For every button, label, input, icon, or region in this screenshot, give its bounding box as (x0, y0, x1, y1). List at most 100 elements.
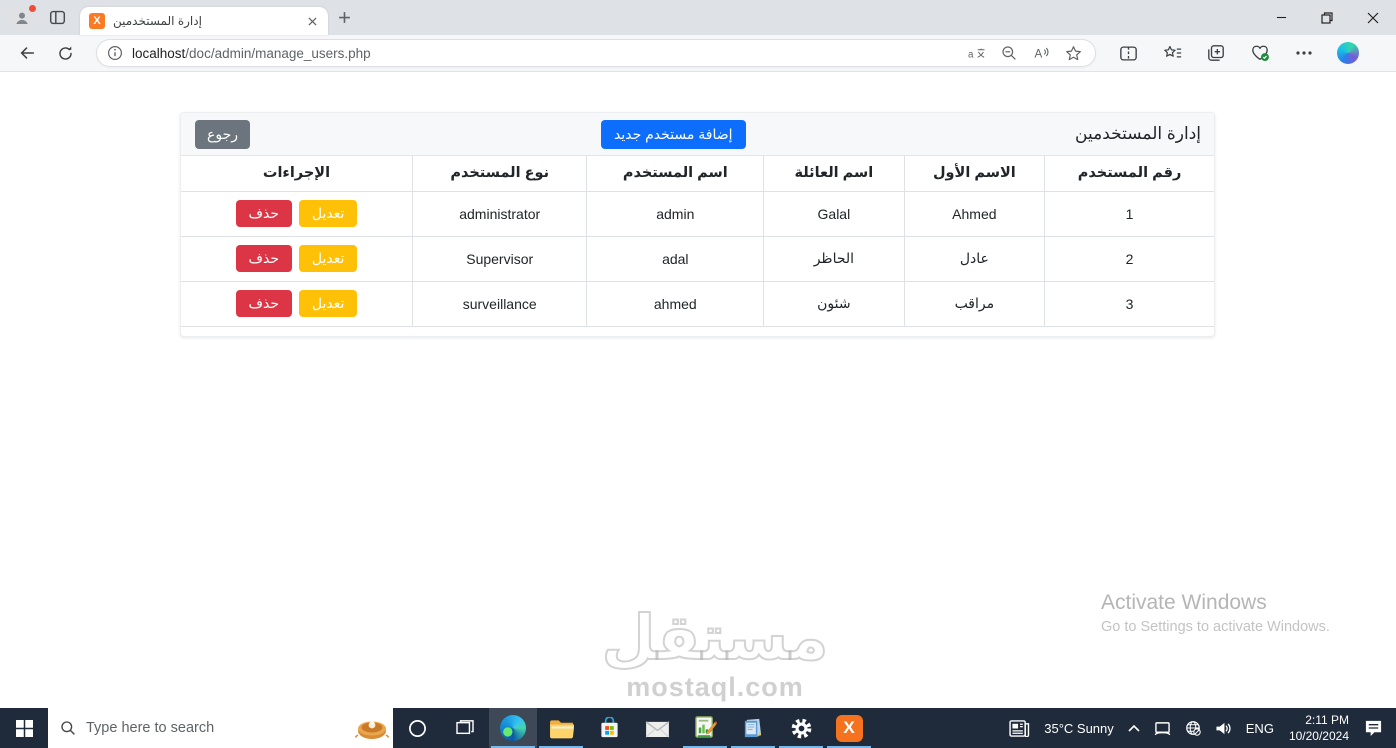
browser-toolbar: localhost/doc/admin/manage_users.php a A (0, 35, 1396, 72)
restore-button[interactable] (1304, 0, 1350, 35)
split-screen-icon[interactable] (1115, 40, 1141, 66)
header-family-name: اسم العائلة (763, 156, 905, 192)
header-user-id: رقم المستخدم (1044, 156, 1214, 192)
cell-family-name: Galal (763, 191, 905, 237)
search-icon (61, 721, 75, 735)
toolbar-actions (1106, 40, 1370, 66)
zoom-out-icon[interactable] (996, 40, 1022, 66)
action-center-icon[interactable] (1357, 708, 1390, 748)
cell-user-type: administrator (411, 191, 588, 237)
news-widget-icon[interactable] (1002, 708, 1037, 748)
cell-username: adal (586, 236, 765, 282)
taskbar-file-explorer-icon[interactable] (537, 708, 585, 748)
card-header: إدارة المستخدمين إضافة مستخدم جديد رجوع (181, 113, 1214, 156)
url-text[interactable]: localhost/doc/admin/manage_users.php (132, 46, 961, 61)
svg-text:A: A (1034, 49, 1042, 61)
read-aloud-icon[interactable]: A (1028, 40, 1054, 66)
favorite-star-icon[interactable] (1060, 40, 1086, 66)
task-view-button[interactable] (441, 708, 489, 748)
table-header-row: رقم المستخدم الاسم الأول اسم العائلة اسم… (181, 156, 1214, 192)
windows-taskbar: X 35°C Sunny ENG 2:11 PM 10/20/2024 (0, 708, 1396, 748)
cell-actions: تعديل حذف (181, 191, 413, 237)
url-host: localhost (132, 45, 186, 61)
delete-button[interactable]: حذف (235, 200, 293, 227)
new-tab-button[interactable] (338, 11, 351, 24)
cell-username: admin (586, 191, 765, 237)
cell-user-id: 3 (1044, 281, 1214, 327)
delete-button[interactable]: حذف (235, 290, 293, 317)
taskbar-settings-icon[interactable] (777, 708, 825, 748)
copilot-icon[interactable] (1335, 40, 1361, 66)
search-highlight-pie-image[interactable] (355, 715, 389, 741)
users-table: رقم المستخدم الاسم الأول اسم العائلة اسم… (181, 156, 1214, 336)
cell-username: ahmed (586, 281, 765, 327)
header-username: اسم المستخدم (586, 156, 765, 192)
back-button[interactable]: رجوع (195, 120, 251, 149)
cell-actions: تعديل حذف (181, 281, 413, 327)
cell-user-type: Supervisor (411, 236, 588, 282)
mostaql-watermark: مستقل mostaql.com (565, 607, 865, 703)
browser-profile-button[interactable] (9, 3, 37, 31)
cortana-button[interactable] (393, 708, 441, 748)
favorites-icon[interactable] (1159, 40, 1185, 66)
collections-icon[interactable] (1203, 40, 1229, 66)
url-path: /doc/admin/manage_users.php (185, 45, 371, 61)
close-button[interactable] (1350, 0, 1396, 35)
page-info-icon[interactable] (107, 45, 123, 61)
network-globe-icon[interactable] (1178, 708, 1208, 748)
address-bar[interactable]: localhost/doc/admin/manage_users.php a A (96, 39, 1096, 67)
edit-button[interactable]: تعديل (298, 200, 358, 227)
profile-avatar-icon (16, 12, 28, 24)
cast-display-icon[interactable] (1147, 708, 1178, 748)
table-row: 2 عادل الحاظر adal Supervisor تعديل حذف (181, 236, 1214, 282)
users-card: إدارة المستخدمين إضافة مستخدم جديد رجوع … (180, 112, 1215, 337)
activate-windows-subtitle: Go to Settings to activate Windows. (1101, 619, 1330, 635)
language-indicator[interactable]: ENG (1239, 708, 1281, 748)
activate-windows-watermark: Activate Windows Go to Settings to activ… (1101, 591, 1330, 635)
cell-user-type: surveillance (411, 281, 588, 327)
table-row: 3 مراقب شئون ahmed surveillance تعديل حذ… (181, 281, 1214, 327)
edit-button[interactable]: تعديل (298, 245, 358, 272)
window-controls (1258, 0, 1396, 35)
taskbar-report-editor-icon[interactable] (681, 708, 729, 748)
add-user-button[interactable]: إضافة مستخدم جديد (601, 120, 746, 149)
clock-date: 10/20/2024 (1288, 729, 1349, 743)
page-content: إدارة المستخدمين إضافة مستخدم جديد رجوع … (0, 72, 1396, 708)
taskbar-search[interactable] (48, 708, 393, 748)
page-title: إدارة المستخدمين (1075, 124, 1201, 143)
tab-close-icon[interactable] (304, 13, 320, 29)
volume-icon[interactable] (1208, 708, 1239, 748)
clock-time: 2:11 PM (1305, 712, 1349, 727)
taskbar-notes-icon[interactable] (729, 708, 777, 748)
card-footer-padding (181, 326, 1214, 336)
system-tray: 35°C Sunny ENG 2:11 PM 10/20/2024 (1002, 708, 1396, 748)
start-button[interactable] (0, 708, 48, 748)
back-icon[interactable] (12, 38, 42, 68)
weather-status[interactable]: 35°C Sunny (1037, 708, 1121, 748)
browser-tab[interactable]: X إدارة المستخدمين (80, 7, 328, 35)
cell-user-id: 1 (1044, 191, 1214, 237)
browser-essentials-icon[interactable] (1247, 40, 1273, 66)
taskbar-edge-icon[interactable] (489, 708, 537, 748)
header-first-name: الاسم الأول (903, 156, 1046, 192)
taskbar-mail-icon[interactable] (633, 708, 681, 748)
taskbar-clock[interactable]: 2:11 PM 10/20/2024 (1281, 712, 1357, 744)
taskbar-store-icon[interactable] (585, 708, 633, 748)
search-input[interactable] (86, 720, 355, 736)
refresh-icon[interactable] (50, 38, 80, 68)
edit-button[interactable]: تعديل (298, 290, 358, 317)
hidden-icons-chevron[interactable] (1121, 708, 1147, 748)
profile-notification-dot (28, 3, 37, 13)
cell-actions: تعديل حذف (181, 236, 413, 282)
cell-user-id: 2 (1044, 236, 1214, 282)
taskbar-xampp-icon[interactable]: X (825, 708, 873, 748)
workspaces-icon[interactable] (49, 9, 66, 26)
minimize-button[interactable] (1258, 0, 1304, 35)
more-menu-icon[interactable] (1291, 40, 1317, 66)
xampp-favicon-icon: X (89, 13, 105, 29)
translate-icon[interactable]: a (964, 40, 990, 66)
cell-family-name: شئون (763, 281, 905, 327)
delete-button[interactable]: حذف (235, 245, 293, 272)
cell-first-name: Ahmed (903, 191, 1046, 237)
header-user-type: نوع المستخدم (411, 156, 588, 192)
